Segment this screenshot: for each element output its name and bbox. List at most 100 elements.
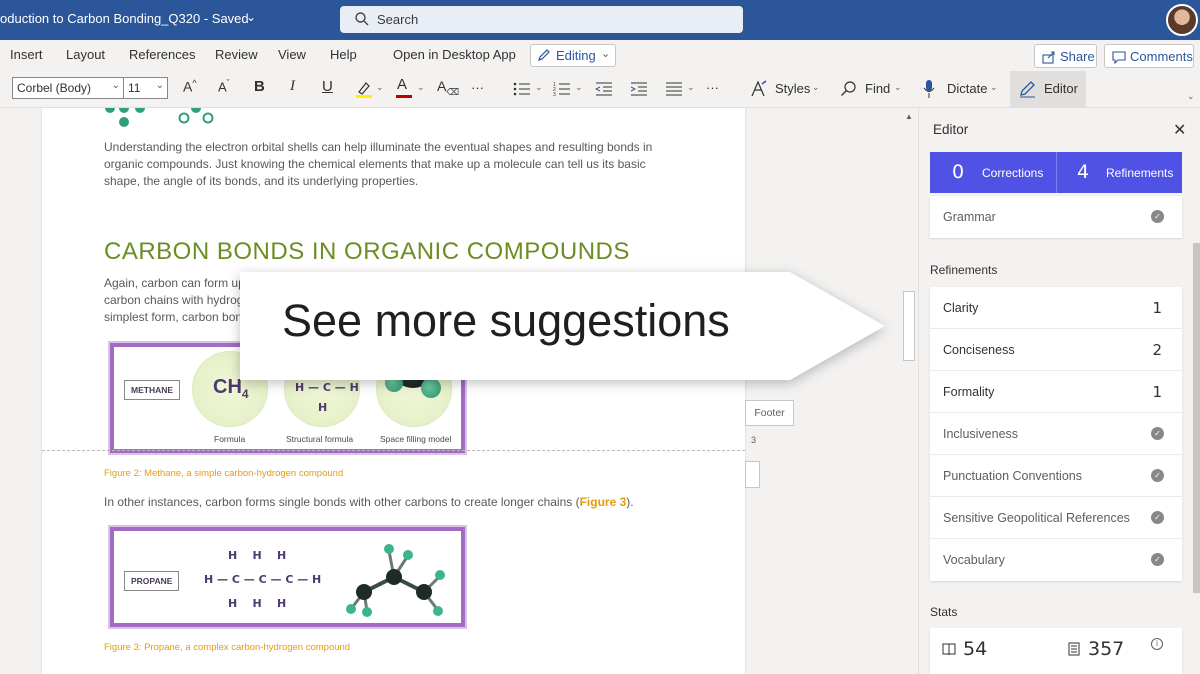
info-icon[interactable]: i: [1151, 638, 1163, 650]
refinement-row-clarity[interactable]: Clarity 1: [930, 287, 1182, 329]
styles-button[interactable]: Styles: [775, 81, 810, 96]
chevron-down-icon[interactable]: ⌄: [417, 82, 425, 93]
check-icon: ✓: [1151, 553, 1164, 566]
styles-icon[interactable]: [750, 80, 768, 98]
grow-font-button[interactable]: A^: [183, 78, 197, 95]
align-icon[interactable]: [665, 81, 683, 97]
menu-layout[interactable]: Layout: [66, 47, 105, 62]
share-button[interactable]: Share: [1034, 44, 1097, 68]
microphone-icon[interactable]: [923, 79, 935, 99]
refinement-row-conciseness[interactable]: Conciseness 2: [930, 329, 1182, 371]
footer-tag[interactable]: Footer: [745, 400, 794, 426]
bold-button[interactable]: B: [254, 78, 265, 95]
dictate-button[interactable]: Dictate: [947, 81, 987, 96]
figure-3-link[interactable]: Figure 3: [580, 495, 627, 509]
paragraph-orbital-line3: shape, the angle of its bonds, and its u…: [104, 174, 419, 188]
numbering-icon[interactable]: 123: [553, 81, 571, 97]
clear-format-icon[interactable]: A⌫: [437, 78, 459, 98]
chevron-down-icon[interactable]: ⌄: [687, 82, 695, 93]
paragraph-orbital-line2: organic compounds. Just knowing the chem…: [104, 157, 646, 171]
chevron-down-icon[interactable]: ⌄: [1187, 91, 1195, 102]
bullets-icon[interactable]: [513, 81, 531, 97]
chevron-down-icon: ⌄: [111, 80, 120, 91]
corrections-count: 0: [952, 161, 965, 183]
document-title[interactable]: oduction to Carbon Bonding_Q320 - Saved: [0, 11, 249, 26]
paragraph-carbon-line2: carbon chains with hydrog: [104, 293, 244, 307]
document-scrollbar-thumb[interactable]: [903, 291, 915, 361]
editor-pen-icon: [1020, 81, 1035, 98]
check-icon: ✓: [1151, 469, 1164, 482]
chevron-down-icon: ⌄: [155, 80, 164, 91]
refinement-count: 1: [1152, 383, 1162, 401]
chevron-down-icon[interactable]: ⌄: [812, 82, 820, 93]
corrections-tab[interactable]: 0 Corrections: [930, 152, 1056, 193]
menu-bar: Insert Layout References Review View Hel…: [0, 40, 1200, 71]
underline-button[interactable]: U: [322, 78, 333, 95]
header-marker[interactable]: [745, 461, 760, 488]
font-size-value: 11: [128, 81, 141, 95]
chevron-down-icon[interactable]: ⌄: [246, 10, 256, 24]
chevron-down-icon[interactable]: ⌄: [990, 82, 998, 93]
refinement-label: Formality: [943, 385, 995, 399]
refinements-tab[interactable]: 4 Refinements: [1057, 152, 1182, 193]
document-page[interactable]: Understanding the electron orbital shell…: [42, 108, 745, 674]
comment-icon: [1112, 51, 1126, 64]
search-box[interactable]: Search: [340, 6, 743, 33]
fluorine-molecule-graphic: [105, 108, 214, 127]
chevron-down-icon: ⌄: [601, 48, 611, 60]
refinements-card: Clarity 1 Conciseness 2 Formality 1 Incl…: [930, 287, 1182, 581]
refinement-row-punctuation[interactable]: Punctuation Conventions ✓: [930, 455, 1182, 497]
editing-label: Editing: [556, 48, 596, 63]
find-icon[interactable]: [840, 80, 857, 97]
font-color-button[interactable]: A: [397, 76, 407, 93]
find-button[interactable]: Find: [865, 81, 890, 96]
chevron-down-icon[interactable]: ⌄: [376, 82, 384, 93]
close-icon[interactable]: ✕: [1173, 120, 1186, 140]
editor-score-summary: 0 Corrections 4 Refinements: [930, 152, 1182, 193]
editor-ribbon-button[interactable]: Editor: [1010, 71, 1086, 107]
highlight-icon[interactable]: [354, 79, 374, 99]
menu-view[interactable]: View: [278, 47, 306, 62]
menu-help[interactable]: Help: [330, 47, 357, 62]
corrections-card: Grammar ✓: [930, 196, 1182, 238]
pane-scrollbar-thumb[interactable]: [1193, 243, 1200, 593]
struct-middle: H — C — H: [295, 381, 359, 394]
refinement-label: Punctuation Conventions: [943, 469, 1082, 483]
check-icon: ✓: [1151, 511, 1164, 524]
refinement-label: Clarity: [943, 301, 979, 315]
increase-indent-icon[interactable]: [630, 81, 648, 97]
stats-card: 54 357 i: [930, 628, 1182, 674]
font-family-select[interactable]: Corbel (Body) ⌄: [12, 77, 124, 99]
menu-review[interactable]: Review: [215, 47, 258, 62]
menu-insert[interactable]: Insert: [10, 47, 43, 62]
section-break: [42, 450, 745, 451]
open-desktop-app[interactable]: Open in Desktop App: [393, 47, 516, 62]
italic-button[interactable]: I: [290, 78, 295, 95]
scroll-up-arrow[interactable]: ▲: [905, 112, 913, 121]
ribbon: Corbel (Body) ⌄ 11 ⌄ A^ Aˇ B I U ⌄ A ⌄ A…: [0, 71, 1200, 108]
chevron-down-icon[interactable]: ⌄: [575, 82, 583, 93]
propane-figure[interactable]: PROPANE H H H H — C — C — C — H H H H: [108, 525, 467, 629]
propane-ball-stick-model: [346, 544, 445, 617]
chevron-down-icon[interactable]: ⌄: [535, 82, 543, 93]
menu-references[interactable]: References: [129, 47, 195, 62]
refinement-row-vocabulary[interactable]: Vocabulary ✓: [930, 539, 1182, 581]
font-size-select[interactable]: 11 ⌄: [124, 77, 168, 99]
share-icon: [1042, 51, 1055, 64]
check-icon: ✓: [1151, 427, 1164, 440]
editing-mode-button[interactable]: Editing ⌄: [530, 44, 616, 67]
more-font-options[interactable]: ···: [471, 80, 484, 95]
avatar[interactable]: [1166, 4, 1198, 36]
chevron-down-icon[interactable]: ⌄: [894, 82, 902, 93]
refinement-row-formality[interactable]: Formality 1: [930, 371, 1182, 413]
decrease-indent-icon[interactable]: [595, 81, 613, 97]
refinement-row-geopolitical[interactable]: Sensitive Geopolitical References ✓: [930, 497, 1182, 539]
paragraph-carbon-line3: simplest form, carbon bon: [104, 310, 243, 324]
paragraph-chains: In other instances, carbon forms single …: [104, 495, 634, 509]
more-paragraph-options[interactable]: ···: [706, 80, 719, 95]
shrink-font-button[interactable]: Aˇ: [218, 78, 230, 94]
document-canvas: Understanding the electron orbital shell…: [0, 108, 918, 674]
comments-button[interactable]: Comments: [1104, 44, 1194, 68]
refinement-row-inclusiveness[interactable]: Inclusiveness ✓: [930, 413, 1182, 455]
grammar-row[interactable]: Grammar ✓: [930, 196, 1182, 238]
